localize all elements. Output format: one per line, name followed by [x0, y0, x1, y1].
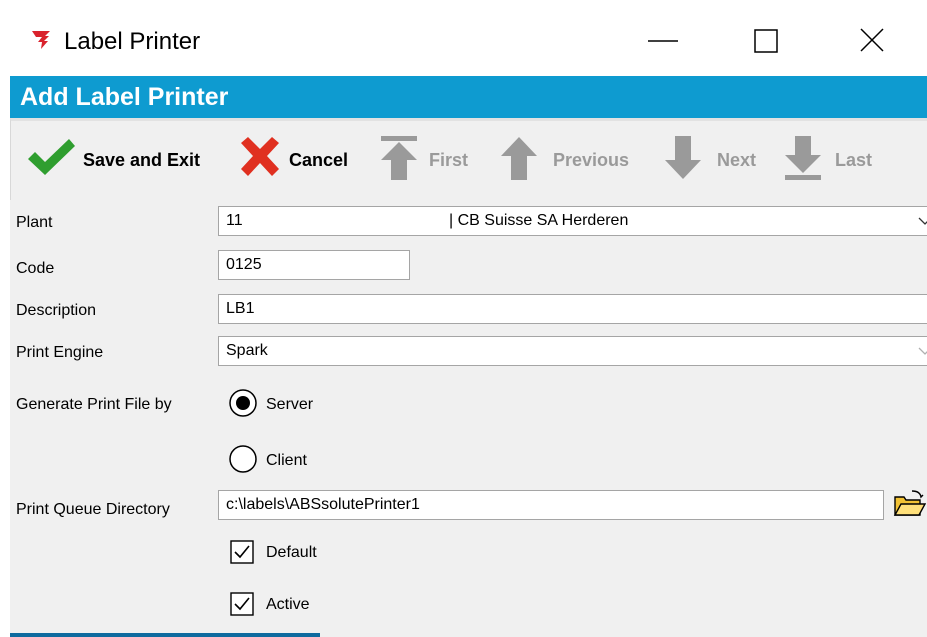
- close-icon[interactable]: [853, 24, 893, 60]
- description-label: Description: [16, 302, 97, 319]
- first-button[interactable]: First: [379, 135, 483, 183]
- plant-code: 11: [226, 212, 243, 229]
- plant-name: | CB Suisse SA Herderen: [449, 212, 629, 229]
- maximize-icon[interactable]: [745, 24, 785, 60]
- print-queue-directory-label: Print Queue Directory: [16, 501, 170, 518]
- app-logo-icon: [32, 31, 50, 49]
- save-and-exit-label: Save and Exit: [83, 150, 201, 170]
- folder-open-icon[interactable]: [892, 487, 926, 521]
- form-header: Add Label Printer: [10, 76, 927, 118]
- generate-print-file-label: Generate Print File by: [16, 396, 172, 413]
- bottom-divider: [10, 633, 320, 637]
- radio-client[interactable]: [228, 444, 258, 474]
- radio-server-label: Server: [266, 396, 314, 413]
- arrow-last-icon: [785, 136, 821, 180]
- next-button[interactable]: Next: [663, 135, 773, 183]
- last-button[interactable]: Last: [783, 135, 887, 183]
- form-body: Plant 11 | CB Suisse SA Herderen Code 01…: [10, 200, 927, 637]
- default-checkbox-label: Default: [266, 544, 317, 561]
- window-title: Label Printer: [64, 28, 201, 55]
- default-checkbox[interactable]: [230, 540, 254, 564]
- print-engine-value: Spark: [226, 342, 268, 359]
- first-label: First: [429, 150, 469, 170]
- window-titlebar: Label Printer: [0, 0, 927, 76]
- radio-client-label: Client: [266, 452, 307, 469]
- previous-label: Previous: [553, 150, 630, 170]
- minimize-icon[interactable]: [643, 24, 683, 60]
- active-checkbox-label: Active: [266, 596, 310, 613]
- next-label: Next: [717, 150, 757, 170]
- arrow-up-icon: [501, 137, 537, 180]
- description-field[interactable]: LB1: [218, 294, 927, 324]
- plant-select[interactable]: 11 | CB Suisse SA Herderen: [218, 206, 927, 236]
- cancel-button[interactable]: Cancel: [237, 135, 363, 183]
- cancel-label: Cancel: [289, 150, 349, 170]
- plant-label: Plant: [16, 214, 53, 231]
- save-and-exit-button[interactable]: Save and Exit: [25, 135, 225, 183]
- checkmark-icon: [28, 139, 75, 175]
- previous-button[interactable]: Previous: [499, 135, 645, 183]
- arrow-down-icon: [665, 136, 701, 179]
- print-queue-directory-field[interactable]: c:\labels\ABSsolutePrinter1: [218, 490, 884, 520]
- radio-server[interactable]: [228, 388, 258, 418]
- form-title: Add Label Printer: [20, 83, 229, 111]
- arrow-first-icon: [381, 136, 417, 180]
- code-field[interactable]: 0125: [218, 250, 410, 280]
- toolbar: Save and Exit Cancel First Previous Next…: [10, 118, 927, 200]
- chevron-down-icon: [918, 347, 927, 355]
- cross-icon: [241, 137, 279, 176]
- active-checkbox[interactable]: [230, 592, 254, 616]
- chevron-down-icon: [918, 217, 927, 225]
- print-engine-select[interactable]: Spark: [218, 336, 927, 366]
- last-label: Last: [835, 150, 873, 170]
- print-engine-label: Print Engine: [16, 344, 104, 361]
- code-label: Code: [16, 260, 55, 277]
